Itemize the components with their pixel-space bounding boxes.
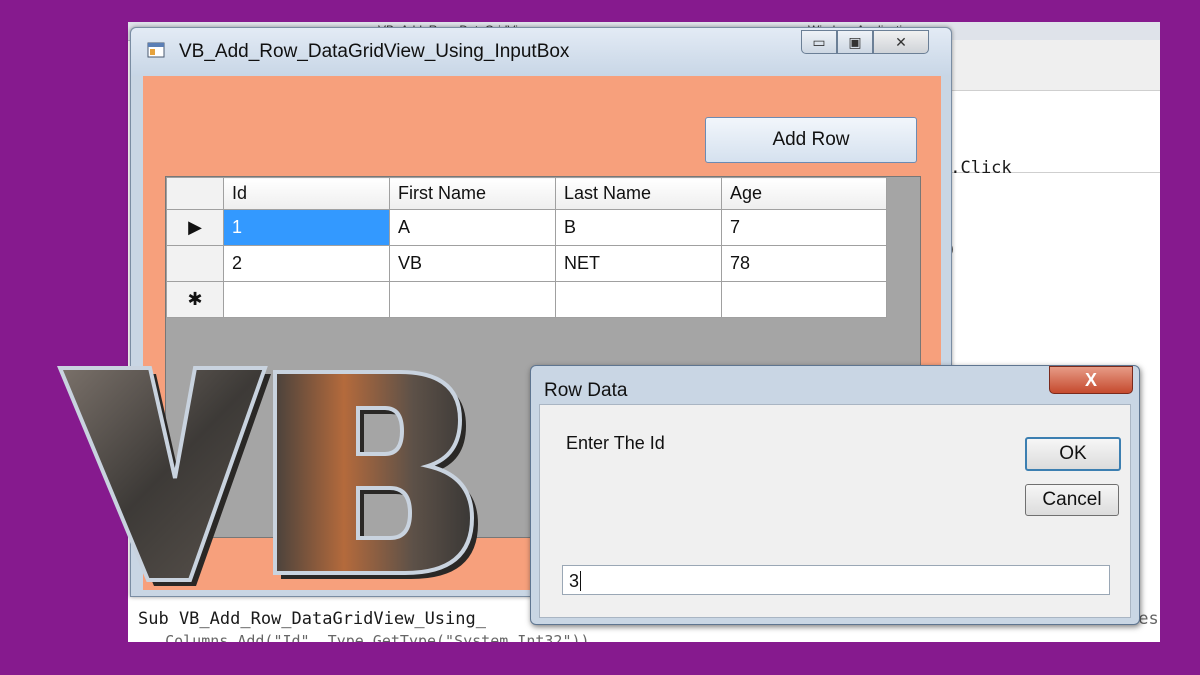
- id-input[interactable]: 3: [562, 565, 1110, 595]
- grid-cell[interactable]: 2: [223, 245, 390, 282]
- logo-letter-v: [57, 366, 271, 586]
- row-data-dialog: Row Data X Enter The Id OK Cancel 3: [530, 365, 1140, 625]
- close-icon: X: [1084, 369, 1097, 390]
- column-header-id[interactable]: Id: [223, 177, 390, 210]
- cancel-button[interactable]: Cancel: [1025, 484, 1119, 516]
- vb-logo: [57, 366, 478, 586]
- row-indicator-current-icon[interactable]: ▶: [166, 209, 224, 246]
- grid-cell[interactable]: [721, 281, 887, 318]
- row-header[interactable]: [166, 245, 224, 282]
- minimize-button[interactable]: ▭: [801, 30, 837, 54]
- close-icon: ✕: [895, 33, 907, 50]
- add-row-button[interactable]: Add Row: [705, 117, 917, 163]
- dialog-body: Enter The Id OK Cancel 3: [539, 404, 1131, 618]
- table-row: 2 VB NET 78: [166, 245, 887, 282]
- grid-corner-header[interactable]: [166, 177, 224, 210]
- column-header-age[interactable]: Age: [721, 177, 887, 210]
- logo-letter-b: [273, 370, 478, 579]
- close-button[interactable]: ✕: [873, 30, 929, 54]
- grid-header-row: Id First Name Last Name Age: [166, 177, 887, 210]
- table-row-new: ✱: [166, 281, 887, 318]
- grid-cell[interactable]: 7: [721, 209, 887, 246]
- maximize-button[interactable]: ▣: [837, 30, 873, 54]
- app-icon: [147, 42, 165, 58]
- grid-cell[interactable]: NET: [555, 245, 722, 282]
- grid-table: Id First Name Last Name Age ▶ 1 A B 7 2 …: [166, 177, 887, 318]
- column-header-first-name[interactable]: First Name: [389, 177, 556, 210]
- grid-cell[interactable]: [389, 281, 556, 318]
- new-row-asterisk-icon[interactable]: ✱: [166, 281, 224, 318]
- editor-panel: [948, 40, 1160, 91]
- grid-cell[interactable]: 78: [721, 245, 887, 282]
- text-cursor: [580, 571, 582, 591]
- dialog-title: Row Data: [544, 380, 628, 401]
- grid-cell[interactable]: [555, 281, 722, 318]
- code-line: Sub VB_Add_Row_DataGridView_Using_: [138, 609, 486, 629]
- grid-cell[interactable]: [223, 281, 390, 318]
- minimize-icon: ▭: [812, 33, 826, 50]
- column-header-last-name[interactable]: Last Name: [555, 177, 722, 210]
- grid-cell[interactable]: A: [389, 209, 556, 246]
- grid-cell[interactable]: 1: [223, 209, 390, 246]
- window-title: VB_Add_Row_DataGridView_Using_InputBox: [179, 41, 570, 62]
- caption-buttons: ▭ ▣ ✕: [801, 30, 929, 54]
- grid-cell[interactable]: VB: [389, 245, 556, 282]
- id-input-value: 3: [569, 571, 580, 591]
- table-row: ▶ 1 A B 7: [166, 209, 887, 246]
- code-line: .Columns.Add("Id", Type.GetType("System.…: [138, 632, 590, 642]
- dialog-prompt: Enter The Id: [566, 433, 665, 453]
- maximize-icon: ▣: [848, 33, 862, 50]
- grid-cell[interactable]: B: [555, 209, 722, 246]
- dialog-close-button[interactable]: X: [1049, 366, 1133, 394]
- ok-button[interactable]: OK: [1025, 437, 1121, 471]
- window-titlebar[interactable]: VB_Add_Row_DataGridView_Using_InputBox ▭…: [131, 28, 951, 76]
